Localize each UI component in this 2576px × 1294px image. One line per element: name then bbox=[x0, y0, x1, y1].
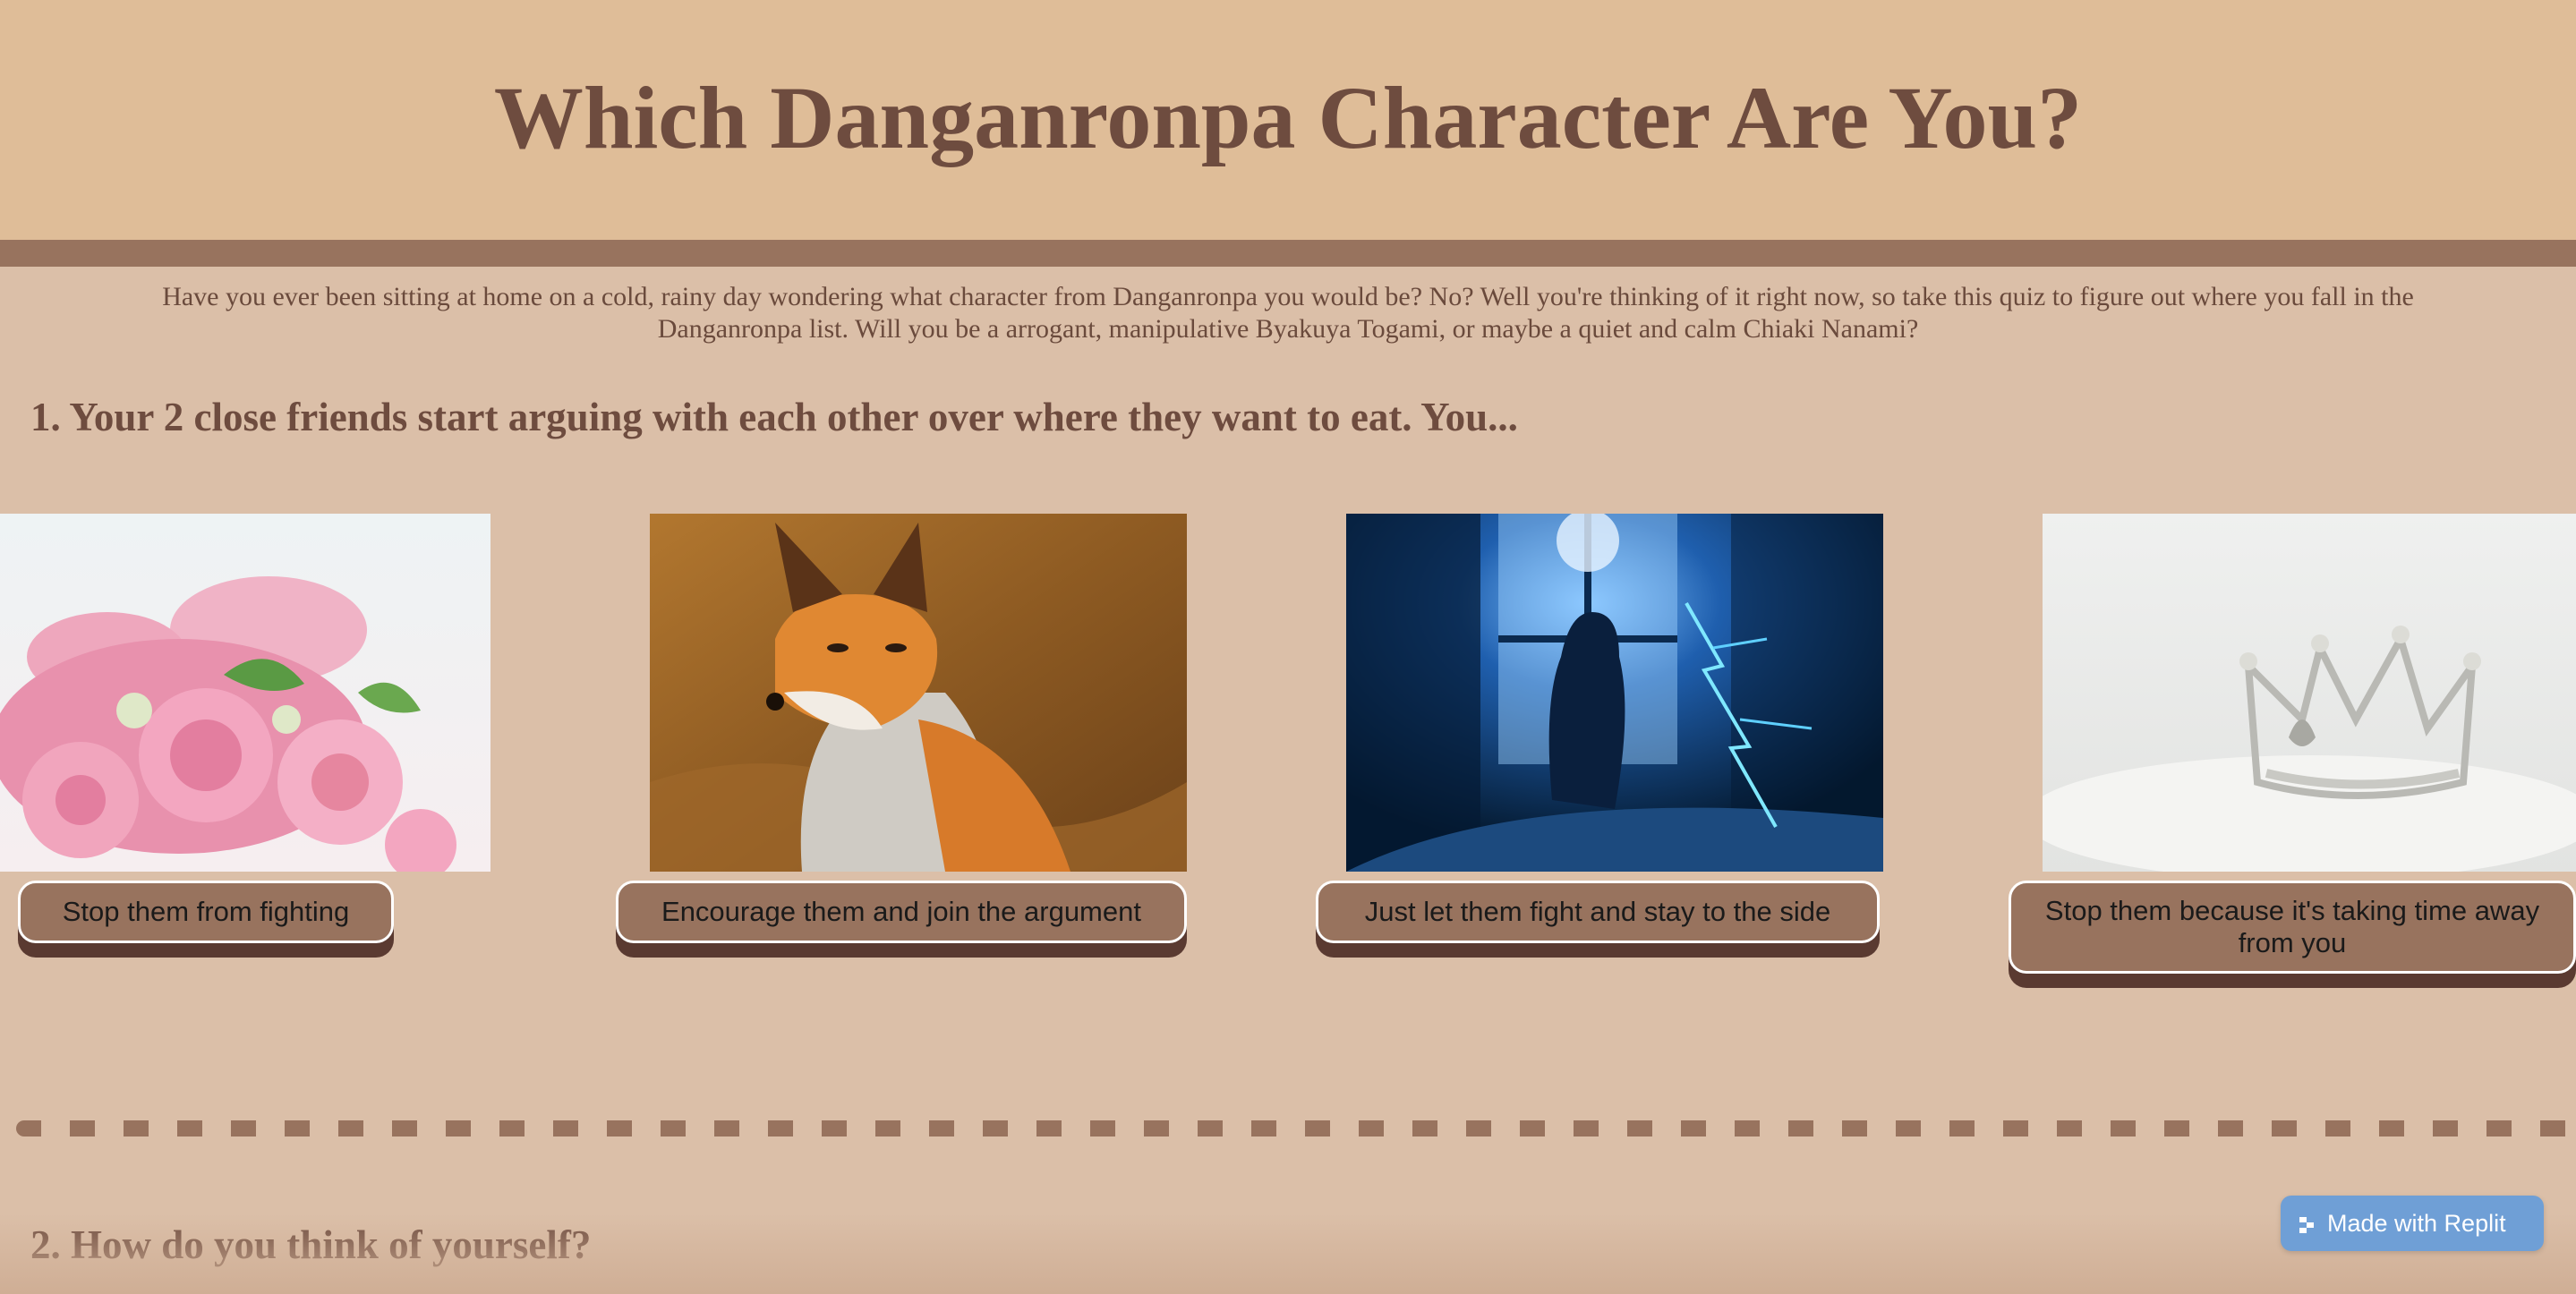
header-divider-bar bbox=[0, 240, 2576, 267]
question-2-title: 2. How do you think of yourself? bbox=[30, 1222, 592, 1267]
page-header: Which Danganronpa Character Are You? bbox=[0, 0, 2576, 240]
crown-image bbox=[2043, 514, 2576, 872]
pink-flowers-image bbox=[0, 514, 490, 872]
answer-button-stop-fighting[interactable]: Stop them from fighting bbox=[18, 881, 394, 943]
answer-button-taking-time[interactable]: Stop them because it's taking time away … bbox=[2009, 881, 2576, 974]
intro-text: Have you ever been sitting at home on a … bbox=[162, 282, 2414, 344]
answer-button-encourage-argument[interactable]: Encourage them and join the argument bbox=[616, 881, 1187, 943]
question-divider bbox=[16, 1120, 2576, 1137]
made-with-replit-badge[interactable]: Made with Replit bbox=[2281, 1196, 2544, 1251]
question-1-title: 1. Your 2 close friends start arguing wi… bbox=[30, 395, 1518, 439]
replit-badge-label: Made with Replit bbox=[2327, 1209, 2506, 1237]
quiz-page: Which Danganronpa Character Are You? Hav… bbox=[0, 0, 2576, 1294]
page-title: Which Danganronpa Character Are You? bbox=[493, 68, 2083, 167]
girl-window-lightning-image bbox=[1346, 514, 1883, 872]
answer-button-stay-to-side[interactable]: Just let them fight and stay to the side bbox=[1316, 881, 1880, 943]
fox-image bbox=[650, 514, 1187, 872]
replit-logo-icon bbox=[2297, 1213, 2316, 1233]
